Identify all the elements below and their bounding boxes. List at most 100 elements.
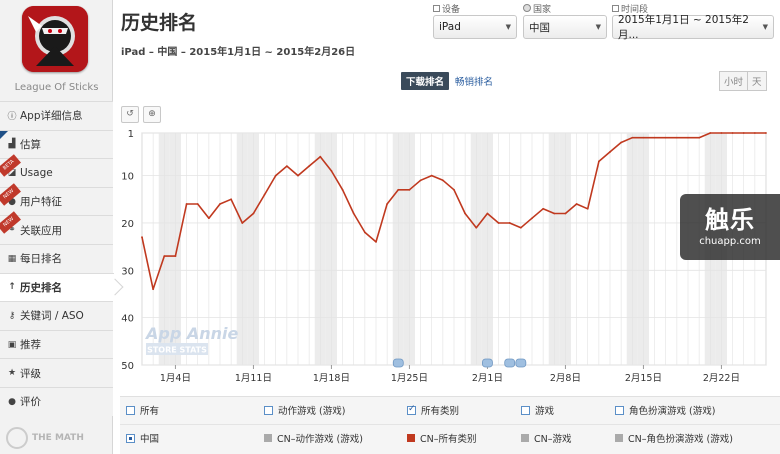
- granularity-hour-button[interactable]: 小时: [719, 71, 749, 91]
- data-point: [564, 212, 567, 215]
- legend-series-cn-action[interactable]: CN–动作游戏 (游戏): [264, 431, 363, 445]
- checkbox[interactable]: [615, 405, 624, 415]
- checkbox[interactable]: [264, 405, 273, 415]
- data-point: [263, 193, 266, 196]
- data-point: [297, 174, 299, 177]
- x-tick-label: 1月11日: [235, 373, 272, 384]
- x-tick-label: 1月18日: [313, 373, 350, 384]
- legend-series-cn-games[interactable]: CN–游戏: [521, 431, 572, 445]
- y-tick-label: 1: [128, 129, 134, 140]
- info-icon: ⓘ: [7, 112, 17, 123]
- y-tick-label: 30: [121, 266, 134, 277]
- y-tick-label: 50: [121, 361, 134, 372]
- chevron-down-icon: ▼: [762, 23, 768, 31]
- rank-history-chart[interactable]: 1 10 20 30 40 50 1月4日 1月11日 1月18日 1月25日 2月1日 2月8日 2月…: [120, 127, 780, 391]
- sidebar-item-history-rank[interactable]: ↑ 历史排名: [0, 272, 124, 302]
- legend-category-games[interactable]: 游戏: [521, 403, 554, 417]
- series-swatch: [407, 434, 415, 442]
- watermark-url: chuapp.com: [699, 236, 761, 247]
- calendar-icon: [612, 4, 619, 12]
- data-point: [709, 132, 712, 134]
- annotation-marker-icon: [482, 358, 493, 368]
- legend-category-all[interactable]: 所有: [126, 403, 159, 417]
- sidebar-item-label: 历史排名: [20, 281, 62, 294]
- radio-selected[interactable]: [126, 433, 135, 443]
- data-point: [441, 179, 444, 182]
- data-point: [486, 212, 489, 215]
- app-name: League Of Sticks: [14, 82, 99, 93]
- chevron-down-icon: ▼: [505, 23, 511, 31]
- period-select[interactable]: 2015年1月1日 ~ 2015年2月... ▼: [612, 14, 774, 41]
- y-tick-label: 20: [121, 219, 134, 230]
- the-math-icon: [6, 427, 28, 449]
- sidebar-item-label: 评级: [20, 367, 41, 380]
- device-filter: 设备 iPad ▼: [433, 2, 517, 39]
- legend-country-china[interactable]: 中国: [126, 431, 159, 445]
- legend-category-all-categories[interactable]: 所有类别: [407, 403, 459, 417]
- device-filter-label: 设备: [433, 2, 517, 15]
- data-point: [687, 136, 689, 139]
- legend-series-cn-all[interactable]: CN–所有类别: [407, 431, 477, 445]
- data-point: [308, 165, 311, 168]
- sidebar-item-usage[interactable]: BETA ◪ Usage: [0, 154, 113, 187]
- device-icon: [433, 4, 440, 12]
- feature-icon: ▣: [7, 339, 17, 350]
- store-stats-watermark: STORE STATS: [147, 346, 207, 355]
- period-filter: 时间段 2015年1月1日 ~ 2015年2月... ▼: [612, 2, 774, 41]
- the-math-logo: THE MATH: [6, 427, 84, 449]
- sidebar-item-label: 关键词 / ASO: [20, 310, 84, 323]
- sidebar-item-label: App详细信息: [20, 110, 83, 123]
- sidebar-item-label: 用户特征: [20, 196, 62, 209]
- data-point: [453, 188, 455, 191]
- data-point: [765, 132, 767, 134]
- data-point: [185, 203, 188, 205]
- data-point: [163, 255, 166, 258]
- sidebar-item-ratings[interactable]: ★ 评级: [0, 358, 113, 387]
- data-point: [519, 226, 522, 229]
- sidebar-item-featured[interactable]: ▣ 推荐: [0, 329, 113, 359]
- legend-category-rpg[interactable]: 角色扮演游戏 (游戏): [615, 403, 715, 417]
- reset-zoom-button[interactable]: ↺: [121, 106, 139, 123]
- sidebar-item-estimate[interactable]: ▟ 估算: [0, 129, 113, 159]
- sidebar-item-daily-rank[interactable]: ▦ 每日排名: [0, 243, 113, 273]
- data-point: [152, 288, 155, 291]
- sidebar-item-label: 推荐: [20, 339, 41, 352]
- tab-grossing[interactable]: 畅销排名: [455, 74, 493, 88]
- sidebar-item-label: 评价: [20, 396, 41, 409]
- checkbox[interactable]: [521, 405, 530, 415]
- data-point: [330, 169, 333, 172]
- legend-category-action[interactable]: 动作游戏 (游戏): [264, 403, 345, 417]
- annotation-marker-icon: [515, 358, 527, 368]
- data-point: [464, 212, 467, 215]
- granularity-toggle: 小时 天: [719, 71, 767, 91]
- site-watermark: 触乐 chuapp.com: [680, 194, 780, 260]
- data-point: [274, 174, 277, 177]
- data-point: [419, 179, 422, 182]
- device-select[interactable]: iPad ▼: [433, 15, 517, 39]
- sidebar-item-reviews[interactable]: ● 评价: [0, 386, 113, 416]
- data-point: [597, 160, 600, 163]
- data-point: [586, 207, 589, 210]
- tab-downloads[interactable]: 下载排名: [401, 72, 450, 90]
- data-point: [631, 136, 634, 139]
- x-tick-label: 2月22日: [703, 373, 740, 384]
- globe-icon: [523, 4, 531, 12]
- app-icon[interactable]: [22, 6, 88, 72]
- star-icon: ★: [7, 368, 17, 379]
- data-point: [207, 217, 210, 220]
- checkbox-checked[interactable]: [407, 404, 416, 415]
- data-point: [620, 141, 623, 144]
- granularity-day-button[interactable]: 天: [748, 71, 767, 91]
- sidebar-item-keywords[interactable]: ⚷ 关键词 / ASO: [0, 301, 113, 330]
- undo-icon: ↺: [126, 109, 134, 119]
- annotation-marker-icon: [504, 358, 516, 368]
- arrow-up-icon: ↑: [8, 282, 16, 293]
- sidebar-item-related-apps[interactable]: NEW ⚭ 关联应用: [0, 211, 113, 244]
- checkbox[interactable]: [126, 405, 135, 415]
- country-select[interactable]: 中国 ▼: [523, 15, 607, 39]
- zoom-button[interactable]: ⊕: [143, 106, 161, 123]
- legend-series-cn-rpg[interactable]: CN–角色扮演游戏 (游戏): [615, 431, 733, 445]
- sidebar-item-app-details[interactable]: ⓘ App详细信息: [0, 101, 113, 130]
- x-tick-label: 2月15日: [625, 373, 662, 384]
- sidebar-item-user-profile[interactable]: NEW ● 用户特征: [0, 182, 113, 216]
